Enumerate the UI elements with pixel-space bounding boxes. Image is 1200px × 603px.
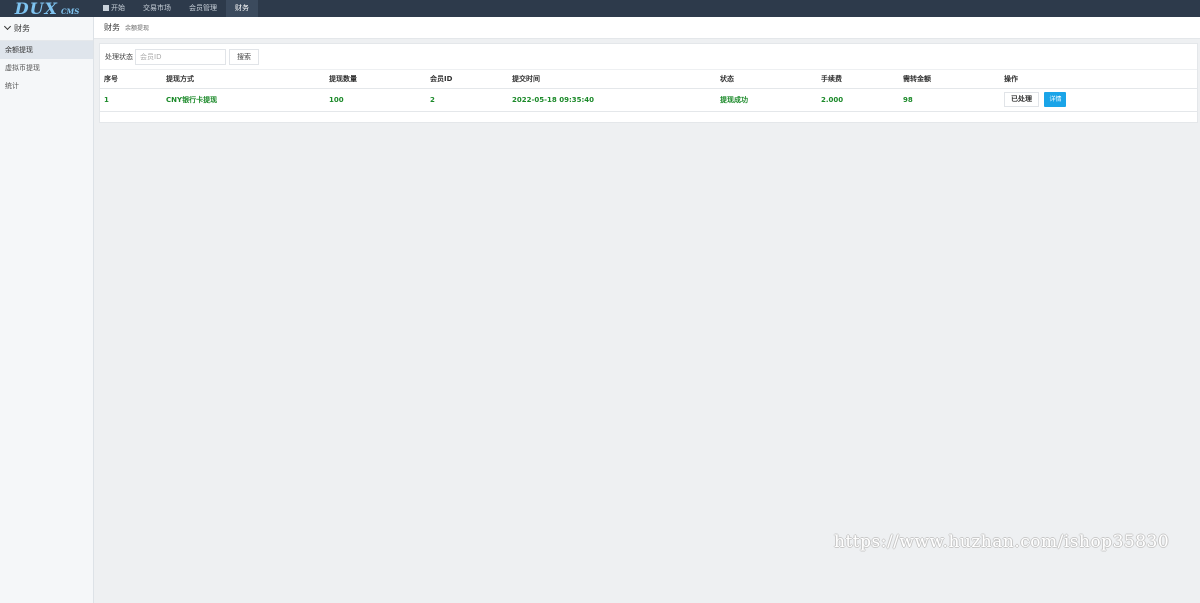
member-id-input[interactable]: 会员ID <box>135 48 226 65</box>
top-nav: 开始 交易市场 会员管理 财务 <box>94 0 258 17</box>
windows-icon <box>103 5 109 11</box>
chevron-down-icon <box>3 22 12 31</box>
watermark: https://www.huzhan.com/ishop35830 <box>834 532 1170 552</box>
cell-fee: 2.000 <box>817 88 899 112</box>
nav-item-start[interactable]: 开始 <box>94 0 134 17</box>
col-header-transfer-amount: 需转金额 <box>899 70 1000 89</box>
sidebar-header-label: 财务 <box>14 24 30 33</box>
search-button[interactable]: 搜索 <box>229 48 259 65</box>
col-header-amount: 提现数量 <box>325 70 426 89</box>
col-header-member-id: 会员ID <box>426 70 508 89</box>
cell-transfer-amount: 98 <box>899 88 1000 112</box>
nav-item-label: 会员管理 <box>189 4 217 12</box>
col-header-actions: 操作 <box>1000 70 1197 89</box>
sidebar-header[interactable]: 财务 <box>0 17 93 41</box>
sidebar-item-balance-withdraw[interactable]: 余额提现 <box>0 41 93 59</box>
nav-item-members[interactable]: 会员管理 <box>180 0 226 17</box>
status-filter-label: 处理状态 <box>105 52 133 61</box>
cell-id: 1 <box>100 88 162 112</box>
col-header-fee: 手续费 <box>817 70 899 89</box>
processed-button[interactable]: 已处理 <box>1004 92 1039 107</box>
detail-button[interactable]: 详情 <box>1044 92 1067 107</box>
cell-member-id: 2 <box>426 88 508 112</box>
sidebar-item-stats[interactable]: 统计 <box>0 77 93 95</box>
sidebar-item-crypto-withdraw[interactable]: 虚拟币提现 <box>0 59 93 77</box>
cell-submit-time: 2022-05-18 09:35:40 <box>508 88 716 112</box>
table-header-row: 序号 提现方式 提现数量 会员ID 提交时间 状态 手续费 需转金额 操作 <box>100 70 1197 89</box>
nav-item-label: 开始 <box>111 4 125 12</box>
cell-method: CNY银行卡提现 <box>162 88 325 112</box>
logo-sub: CMS <box>60 6 80 16</box>
cell-amount: 100 <box>325 88 426 112</box>
col-header-id: 序号 <box>100 70 162 89</box>
withdraw-table: 序号 提现方式 提现数量 会员ID 提交时间 状态 手续费 需转金额 操作 1 … <box>100 70 1197 112</box>
sidebar: 财务 余额提现 虚拟币提现 统计 <box>0 17 94 603</box>
filter-bar: 处理状态 会员ID 搜索 <box>100 44 1197 70</box>
breadcrumb-section: 财务 <box>104 23 120 32</box>
col-header-method: 提现方式 <box>162 70 325 89</box>
breadcrumb-page: 余额提现 <box>125 25 150 32</box>
table-row: 1 CNY银行卡提现 100 2 2022-05-18 09:35:40 提现成… <box>100 88 1197 112</box>
col-header-submit-time: 提交时间 <box>508 70 716 89</box>
nav-item-finance[interactable]: 财务 <box>226 0 258 17</box>
col-header-status: 状态 <box>716 70 817 89</box>
nav-item-label: 财务 <box>235 4 249 12</box>
main-panel: 处理状态 会员ID 搜索 序号 提现方式 提现数量 会员ID 提交时间 状态 手… <box>99 43 1198 123</box>
cell-status: 提现成功 <box>716 88 817 112</box>
top-bar: DUX CMS 开始 交易市场 会员管理 财务 <box>0 0 1200 17</box>
cell-actions: 已处理 详情 <box>1000 88 1197 112</box>
logo[interactable]: DUX CMS <box>0 0 94 17</box>
nav-item-market[interactable]: 交易市场 <box>134 0 180 17</box>
nav-item-label: 交易市场 <box>143 4 171 12</box>
breadcrumb: 财务 余额提现 <box>94 17 1200 39</box>
logo-main: DUX <box>14 0 58 18</box>
